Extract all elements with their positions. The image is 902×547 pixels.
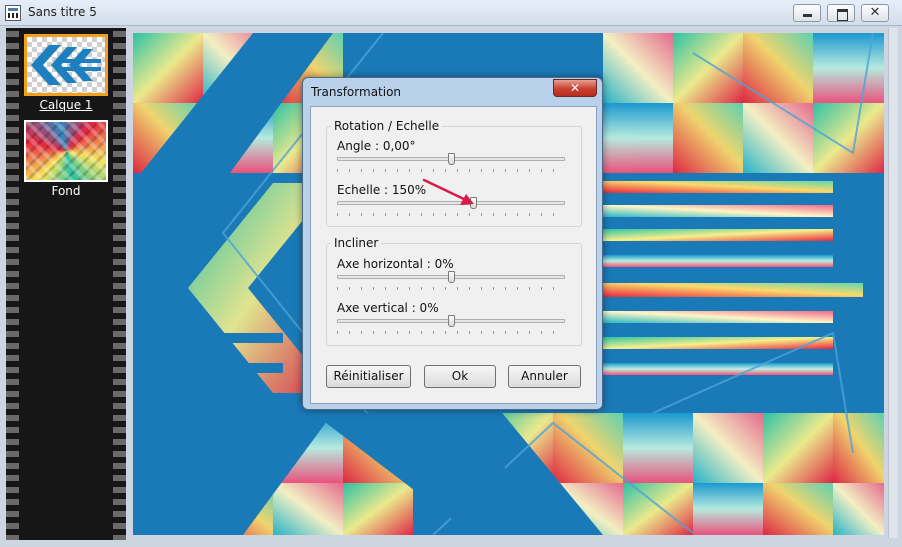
vertical-axis-label: Axe vertical : 0% bbox=[337, 301, 439, 315]
layer-item-fond[interactable]: Fond bbox=[24, 120, 108, 198]
close-icon: ✕ bbox=[569, 81, 581, 95]
window-title: Sans titre 5 bbox=[28, 5, 97, 19]
vertical-axis-slider-thumb[interactable] bbox=[447, 315, 455, 327]
layer-thumbnail bbox=[24, 120, 108, 182]
angle-label: Angle : 0,00° bbox=[337, 139, 416, 153]
dialog-close-button[interactable]: ✕ bbox=[553, 79, 597, 97]
minimize-icon bbox=[794, 5, 820, 21]
maximize-button[interactable] bbox=[827, 4, 855, 22]
layer-label: Fond bbox=[51, 184, 81, 198]
ok-button[interactable]: Ok bbox=[424, 365, 496, 388]
scale-label: Echelle : 150% bbox=[337, 183, 427, 197]
film-perforation-right bbox=[113, 28, 126, 540]
annotation-arrow-icon bbox=[422, 178, 474, 205]
canvas-scrollbar[interactable] bbox=[888, 28, 898, 538]
close-button[interactable]: ✕ bbox=[861, 4, 889, 22]
reset-button[interactable]: Réinitialiser bbox=[326, 365, 411, 388]
layer-label: Calque 1 bbox=[39, 98, 93, 112]
layer-item-calque-1[interactable]: Calque 1 bbox=[24, 34, 108, 112]
layer-thumbnail bbox=[24, 34, 108, 96]
cancel-button[interactable]: Annuler bbox=[508, 365, 581, 388]
app-icon bbox=[5, 5, 21, 21]
angle-slider-ticks bbox=[337, 169, 565, 172]
layer-thumbnail-arrows bbox=[31, 45, 101, 85]
group-title: Incliner bbox=[331, 236, 382, 250]
maximize-icon bbox=[828, 5, 854, 21]
dialog-title: Transformation bbox=[311, 85, 402, 99]
horizontal-axis-label: Axe horizontal : 0% bbox=[337, 257, 454, 271]
group-title: Rotation / Echelle bbox=[331, 119, 443, 133]
angle-slider-thumb[interactable] bbox=[447, 153, 455, 165]
horizontal-axis-slider-thumb[interactable] bbox=[447, 271, 455, 283]
scale-slider-ticks bbox=[337, 213, 565, 216]
horizontal-axis-slider-ticks bbox=[337, 287, 565, 290]
window-titlebar: Sans titre 5 ✕ bbox=[0, 0, 902, 26]
close-icon: ✕ bbox=[869, 5, 881, 20]
minimize-button[interactable] bbox=[793, 4, 821, 22]
film-perforation-left bbox=[6, 28, 19, 540]
layers-panel: Calque 1 Fond bbox=[6, 28, 126, 540]
vertical-axis-slider-ticks bbox=[337, 331, 565, 334]
